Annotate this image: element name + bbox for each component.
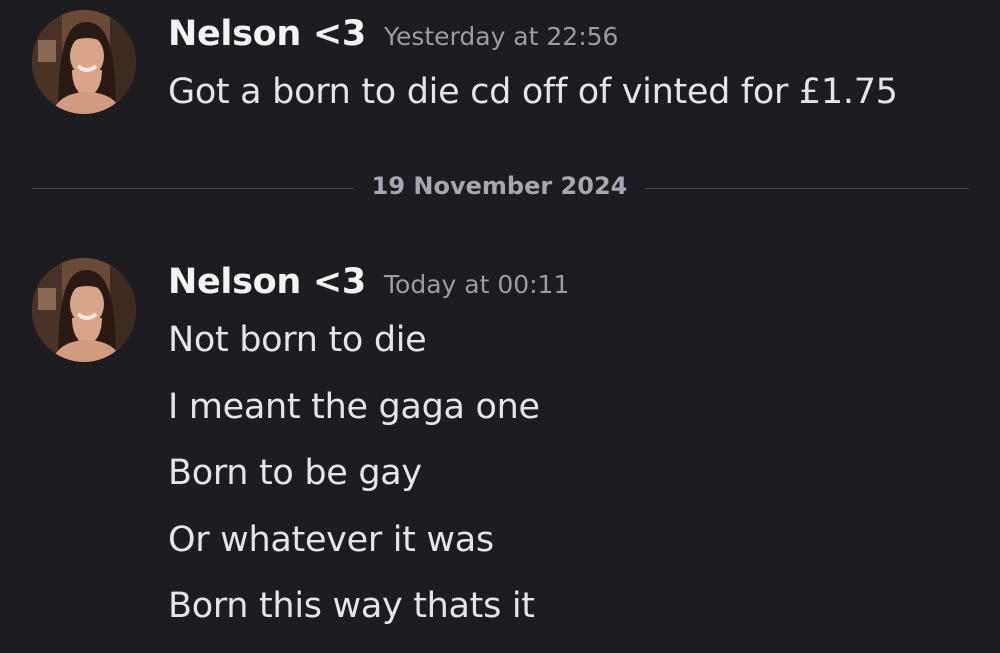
message-text: Got a born to die cd off of vinted for £… (168, 72, 898, 112)
message-header: Nelson <3 Yesterday at 22:56 (168, 14, 618, 62)
timestamp: Today at 00:11 (384, 270, 570, 299)
user-avatar-icon (32, 258, 136, 362)
message-text: Not born to die (168, 320, 427, 360)
user-avatar-icon (32, 10, 136, 114)
date-divider-label: 19 November 2024 (371, 172, 628, 200)
username[interactable]: Nelson <3 (168, 14, 366, 54)
divider-line-right (645, 188, 969, 189)
divider-line-left (32, 188, 354, 189)
message-text: Born to be gay (168, 453, 422, 493)
timestamp: Yesterday at 22:56 (384, 22, 619, 51)
date-divider: 19 November 2024 (32, 170, 969, 206)
username[interactable]: Nelson <3 (168, 262, 366, 302)
message-header: Nelson <3 Today at 00:11 (168, 262, 569, 310)
message-text: Or whatever it was (168, 520, 494, 560)
message-text: Born this way thats it (168, 586, 535, 626)
message-text: I meant the gaga one (168, 387, 540, 427)
user-avatar[interactable] (32, 10, 136, 114)
user-avatar[interactable] (32, 258, 136, 362)
